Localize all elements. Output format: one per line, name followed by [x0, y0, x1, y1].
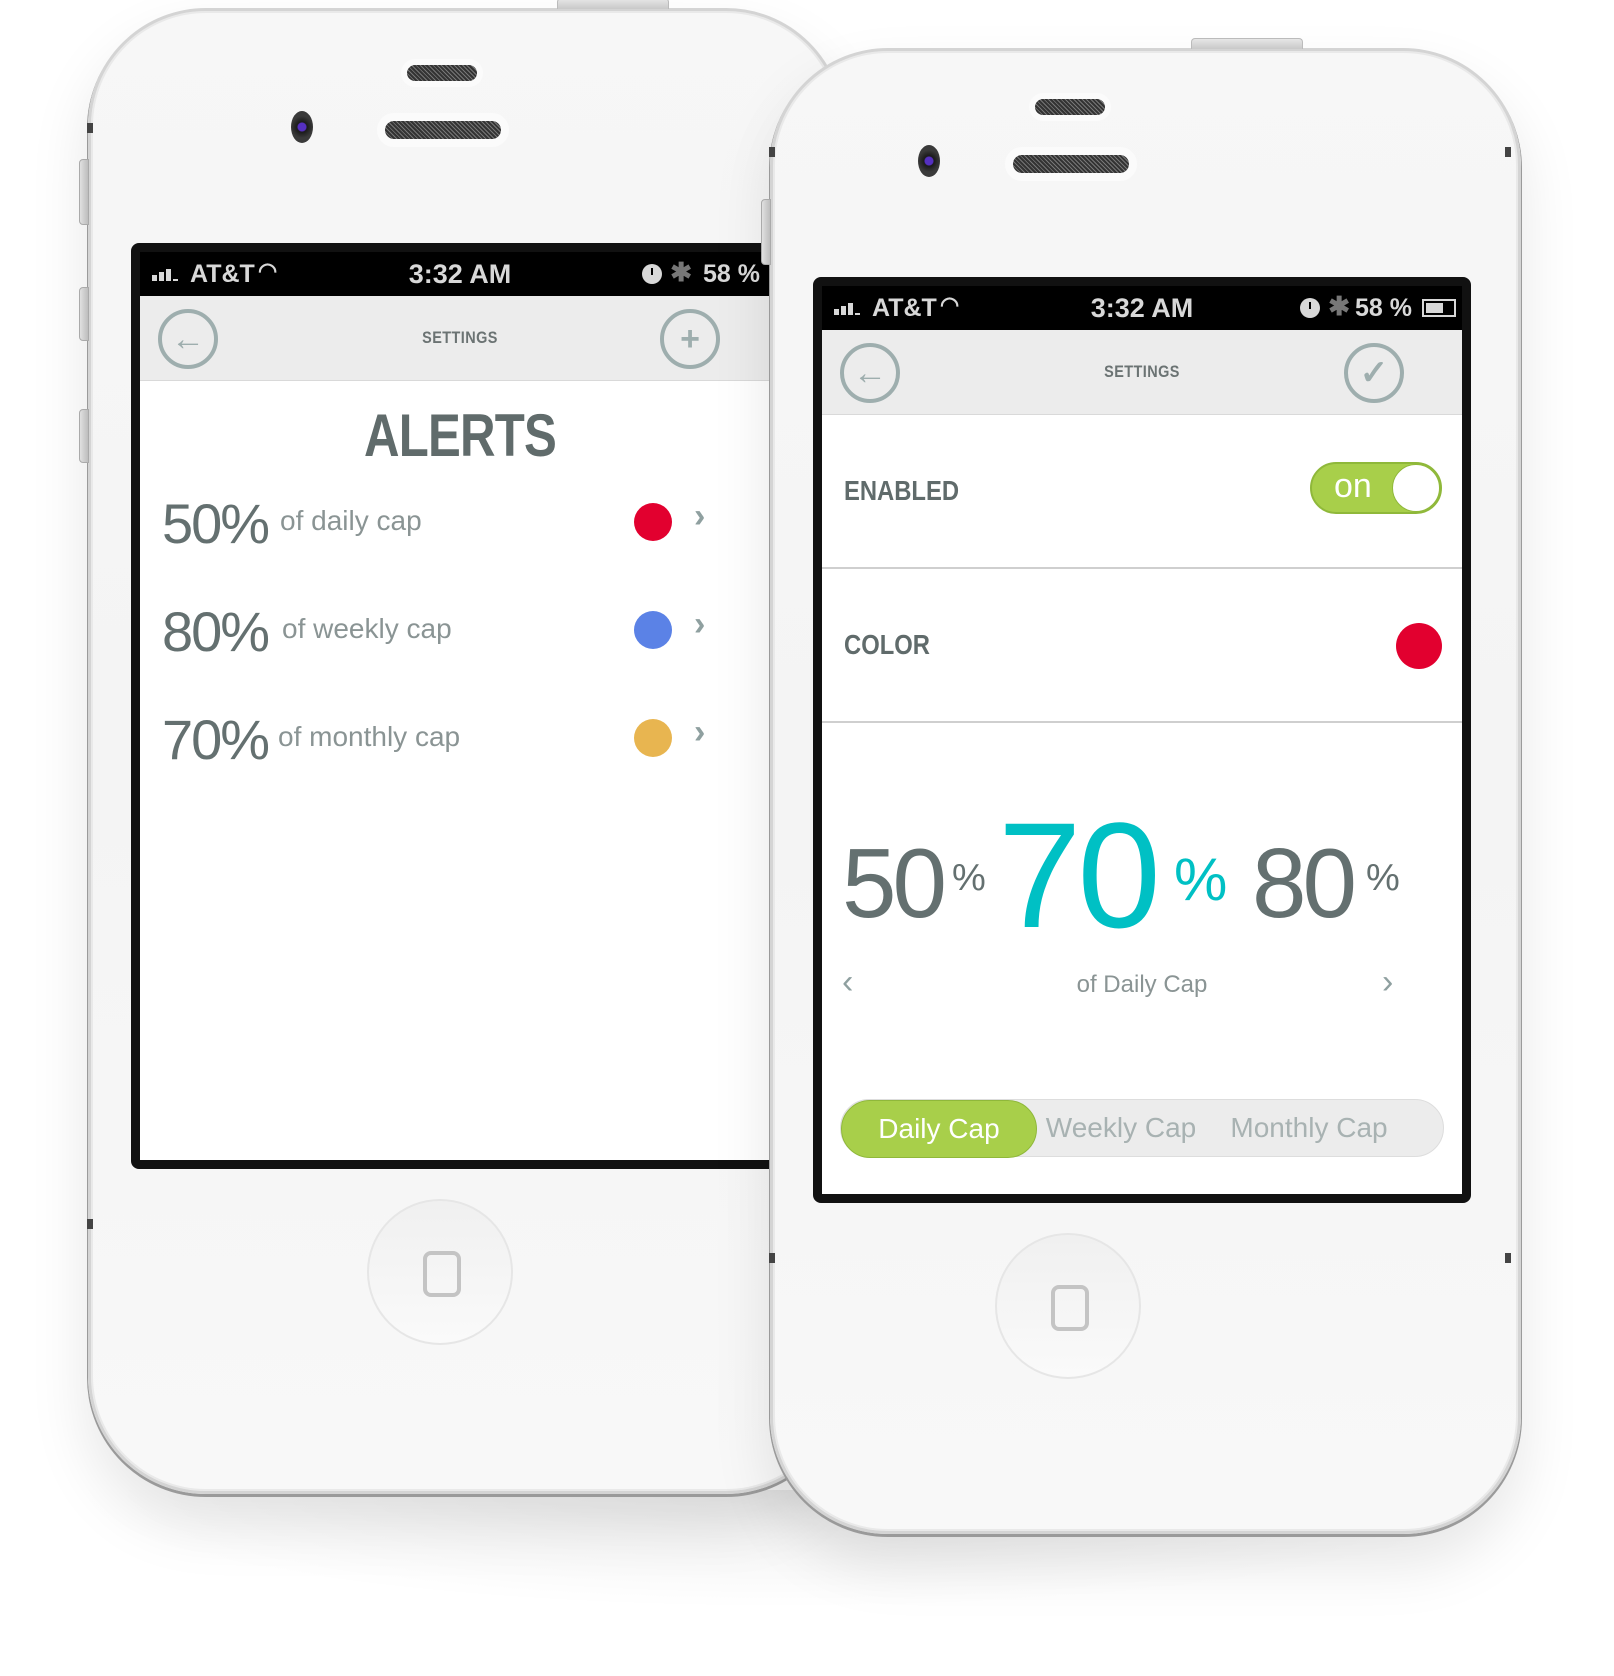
alerts-content: ALERTS 50% of daily cap › 80% of weekly … [140, 381, 780, 1160]
alert-description: of daily cap [280, 505, 422, 536]
volume-up-button [79, 287, 89, 341]
alert-percent: 70% [162, 708, 270, 771]
nav-title: SETTINGS [422, 328, 498, 347]
home-square-icon [1051, 1285, 1089, 1331]
segment-monthly-cap[interactable]: Monthly Cap [1217, 1100, 1401, 1156]
percent-sign: % [1366, 857, 1400, 899]
toggle-text: on [1334, 467, 1372, 505]
bluetooth-icon: ✱ [670, 257, 692, 287]
chevron-right-icon: › [694, 605, 706, 643]
settings-content: ENABLED on COLOR 50 % 70 % 80 % ‹ of Dai… [822, 415, 1462, 1194]
phone-left: AT&T ◠ 3:32 AM ✱ 58 % ← SETTINGS + ALERT… [79, 0, 844, 1494]
picker-option-selected[interactable]: 70 [998, 789, 1161, 962]
add-button[interactable]: + [660, 309, 720, 369]
battery-icon [1422, 299, 1456, 317]
checkmark-circle-icon: ✓ [1359, 354, 1389, 392]
status-bar: AT&T ◠ 3:32 AM ✱ 58 % [140, 252, 780, 296]
nav-bar: ← SETTINGS + [140, 296, 780, 381]
clock-icon [642, 264, 662, 284]
alert-row[interactable]: 50% of daily cap › [162, 491, 780, 571]
alert-row[interactable]: 80% of weekly cap › [162, 599, 780, 679]
antenna-band [87, 1219, 93, 1229]
chevron-right-icon: › [694, 713, 706, 751]
alert-color-dot [634, 611, 672, 649]
screen-alerts: AT&T ◠ 3:32 AM ✱ 58 % ← SETTINGS + ALERT… [131, 243, 789, 1169]
clock-icon [1300, 298, 1320, 318]
percent-picker[interactable]: 50 % 70 % 80 % [822, 791, 1462, 959]
alert-color-dot [634, 719, 672, 757]
color-row[interactable]: COLOR [822, 569, 1462, 723]
earpiece-grille-icon [385, 121, 501, 139]
segment-weekly-cap[interactable]: Weekly Cap [1041, 1100, 1201, 1156]
color-label: COLOR [844, 629, 930, 660]
front-camera-icon [918, 145, 940, 177]
front-camera-icon [291, 111, 313, 143]
alert-row[interactable]: 70% of monthly cap › [162, 707, 780, 787]
confirm-button[interactable]: ✓ [1344, 343, 1404, 403]
mute-switch [761, 199, 771, 265]
battery-percent: 58 % [703, 260, 760, 288]
earpiece-grille-icon [1013, 155, 1129, 173]
power-button [557, 0, 669, 9]
antenna-band [87, 123, 93, 133]
plus-circle-icon: + [680, 320, 700, 358]
phone-right: AT&T ◠ 3:32 AM ✱ 58 % ← SETTINGS ✓ ENABL… [761, 38, 1521, 1534]
cap-label: of Daily Cap [1076, 971, 1208, 998]
toggle-knob [1392, 464, 1440, 512]
speaker-grille-icon [1035, 99, 1105, 115]
bluetooth-icon: ✱ [1328, 291, 1350, 321]
home-button[interactable] [995, 1233, 1141, 1379]
alert-description: of monthly cap [278, 721, 461, 752]
alert-percent: 80% [162, 600, 270, 663]
mute-switch [79, 159, 89, 225]
enabled-label: ENABLED [844, 475, 960, 506]
selected-color-swatch[interactable] [1396, 623, 1442, 669]
antenna-band [1505, 147, 1511, 157]
nav-bar: ← SETTINGS ✓ [822, 330, 1462, 415]
picker-option-next[interactable]: 80 [1252, 827, 1357, 940]
alert-color-dot [634, 503, 672, 541]
enabled-row: ENABLED on [822, 415, 1462, 569]
antenna-band [769, 147, 775, 157]
power-button [1191, 38, 1303, 49]
home-square-icon [423, 1251, 461, 1297]
battery-percent: 58 % [1355, 294, 1412, 322]
picker-option-prev[interactable]: 50 [842, 827, 947, 940]
page-title: ALERTS [364, 402, 557, 469]
percent-sign: % [1174, 846, 1228, 913]
cap-segmented-control: Daily Cap Weekly Cap Monthly Cap [840, 1099, 1444, 1158]
speaker-grille-icon [407, 65, 477, 81]
alert-description: of weekly cap [282, 613, 452, 644]
alert-percent: 50% [162, 492, 270, 555]
antenna-band [1505, 1253, 1511, 1263]
status-bar: AT&T ◠ 3:32 AM ✱ 58 % [822, 286, 1462, 330]
nav-title: SETTINGS [1104, 362, 1180, 381]
volume-down-button [79, 409, 89, 463]
home-button[interactable] [367, 1199, 513, 1345]
chevron-right-icon: › [694, 497, 706, 535]
enabled-toggle[interactable]: on [1310, 462, 1442, 514]
chevron-right-icon[interactable]: › [1382, 963, 1393, 1002]
percent-sign: % [952, 857, 986, 899]
antenna-band [769, 1253, 775, 1263]
segment-daily-cap[interactable]: Daily Cap [841, 1100, 1037, 1158]
screen-alert-settings: AT&T ◠ 3:32 AM ✱ 58 % ← SETTINGS ✓ ENABL… [813, 277, 1471, 1203]
